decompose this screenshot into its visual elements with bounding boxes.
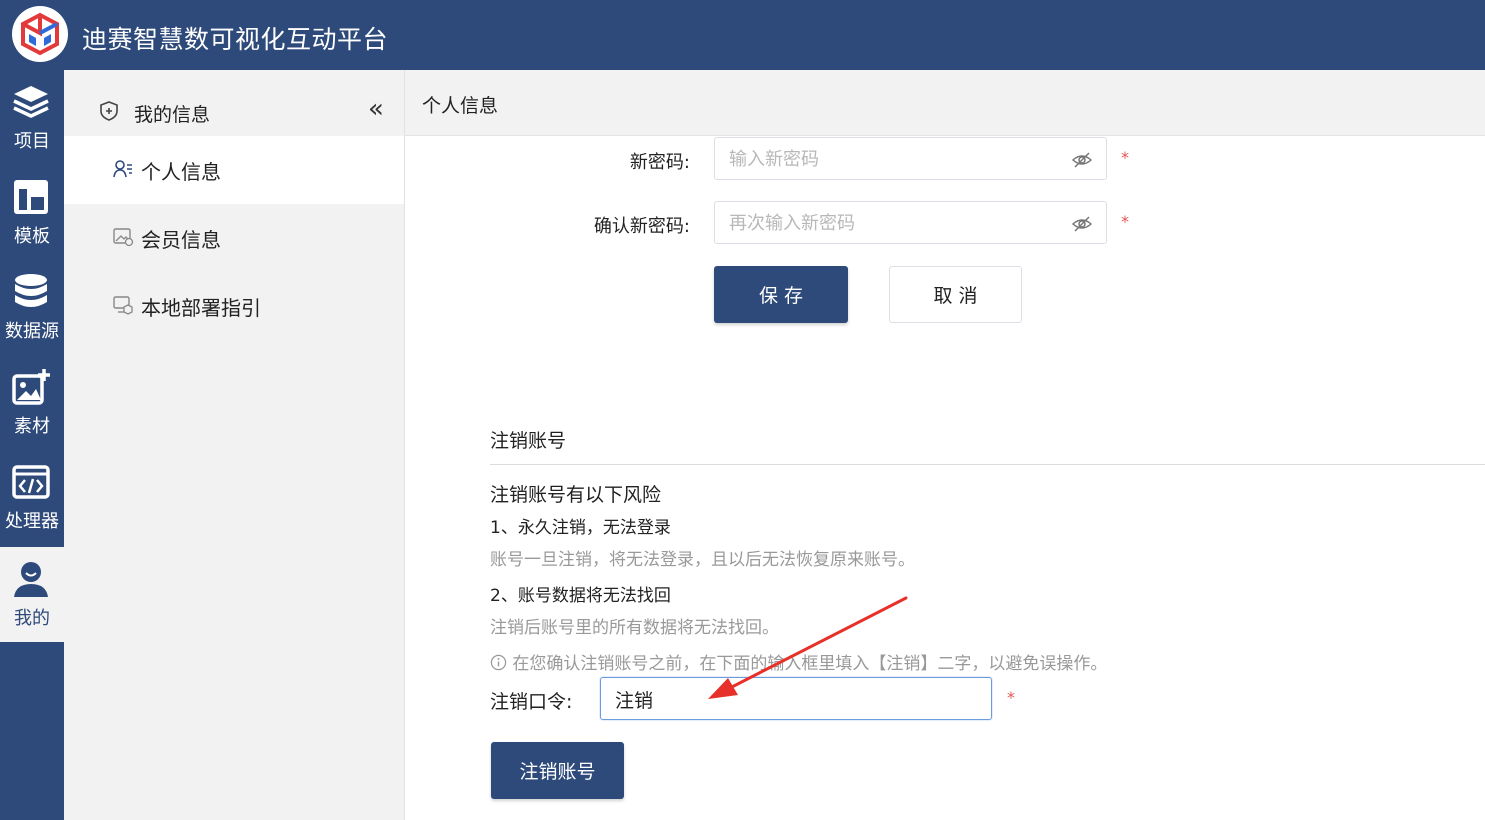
sub-sidebar-title: 我的信息 xyxy=(134,104,211,126)
cancel-button[interactable]: 取 消 xyxy=(889,266,1022,323)
sidebar-item-member-info[interactable]: 会员信息 xyxy=(64,204,404,272)
rail-item-assets[interactable]: 素材 xyxy=(0,355,64,450)
sidebar-item-personal-info[interactable]: 个人信息 xyxy=(64,136,404,204)
template-icon xyxy=(14,180,48,214)
confirm-password-label: 确认新密码: xyxy=(593,216,690,237)
sidebar-item-label: 个人信息 xyxy=(141,160,221,184)
logo-icon xyxy=(14,8,66,60)
rail-item-mine[interactable]: 我的 xyxy=(0,547,64,642)
section-divider xyxy=(490,464,1485,465)
app-title: 迪赛智慧数可视化互动平台 xyxy=(82,25,389,54)
risk-item-desc: 账号一旦注销，将无法登录，且以后无法恢复原来账号。 xyxy=(490,550,915,570)
content-title-bar: 个人信息 xyxy=(405,70,1485,136)
required-mark: * xyxy=(1007,688,1015,707)
deregister-notice: 在您确认注销账号之前，在下面的输入框里填入【注销】二字，以避免误操作。 xyxy=(490,649,1107,674)
add-image-icon xyxy=(12,369,50,405)
sub-sidebar-header: 我的信息 « xyxy=(64,70,404,136)
user-icon xyxy=(14,562,48,597)
risk-item-title: 2、账号数据将无法找回 xyxy=(490,586,671,606)
rail-item-datasource[interactable]: 数据源 xyxy=(0,260,64,355)
confirm-password-field[interactable] xyxy=(714,201,1107,244)
deregister-button[interactable]: 注销账号 xyxy=(491,742,624,799)
sub-sidebar: 我的信息 « 个人信息 会员信息 本地部署指引 xyxy=(64,70,405,820)
risk-heading: 注销账号有以下风险 xyxy=(490,484,662,506)
save-button[interactable]: 保 存 xyxy=(714,266,848,323)
notice-text: 在您确认注销账号之前，在下面的输入框里填入【注销】二字，以避免误操作。 xyxy=(512,654,1108,674)
eye-hidden-icon[interactable] xyxy=(1071,213,1093,235)
rail-label: 项目 xyxy=(14,131,50,152)
required-mark: * xyxy=(1121,212,1129,231)
rail-label: 模板 xyxy=(14,226,50,247)
rail-label: 素材 xyxy=(14,416,50,437)
top-header: 迪赛智慧数可视化互动平台 xyxy=(0,0,1485,70)
eye-hidden-icon[interactable] xyxy=(1071,149,1093,171)
sidebar-item-label: 会员信息 xyxy=(141,228,221,252)
member-image-icon xyxy=(113,228,134,247)
shield-plus-icon xyxy=(100,101,118,121)
risk-item-title: 1、永久注销，无法登录 xyxy=(490,518,671,538)
passphrase-input[interactable] xyxy=(615,686,975,712)
deploy-icon xyxy=(113,296,133,315)
main-nav-rail: 项目 模板 数据源 素材 处理器 我的 xyxy=(0,70,64,820)
collapse-sidebar-icon[interactable]: « xyxy=(368,96,384,122)
database-icon xyxy=(15,274,47,307)
new-password-input[interactable] xyxy=(729,146,1059,172)
sidebar-item-label: 本地部署指引 xyxy=(141,296,261,320)
sidebar-item-local-deploy[interactable]: 本地部署指引 xyxy=(64,272,404,340)
rail-item-processor[interactable]: 处理器 xyxy=(0,450,64,545)
page-title: 个人信息 xyxy=(422,95,499,117)
layers-icon xyxy=(13,86,49,118)
passphrase-label: 注销口令: xyxy=(490,691,573,713)
info-icon xyxy=(490,654,507,671)
new-password-label: 新密码: xyxy=(629,152,690,173)
deregister-section-title: 注销账号 xyxy=(490,430,567,452)
new-password-field[interactable] xyxy=(714,137,1107,180)
confirm-password-input[interactable] xyxy=(729,210,1059,236)
app-logo[interactable] xyxy=(12,6,68,62)
main-content: 个人信息 新密码: * 确认新密码: * 保 存 取 消 注销账号 注销账号有以… xyxy=(405,70,1485,820)
rail-label: 数据源 xyxy=(5,321,59,342)
passphrase-field[interactable] xyxy=(600,677,992,720)
rail-label: 处理器 xyxy=(5,511,59,532)
required-mark: * xyxy=(1121,148,1129,167)
user-card-icon xyxy=(113,160,132,178)
rail-label: 我的 xyxy=(14,608,50,629)
risk-item-desc: 注销后账号里的所有数据将无法找回。 xyxy=(490,618,779,638)
code-icon xyxy=(12,465,50,499)
rail-item-project[interactable]: 项目 xyxy=(0,70,64,165)
rail-item-template[interactable]: 模板 xyxy=(0,165,64,260)
